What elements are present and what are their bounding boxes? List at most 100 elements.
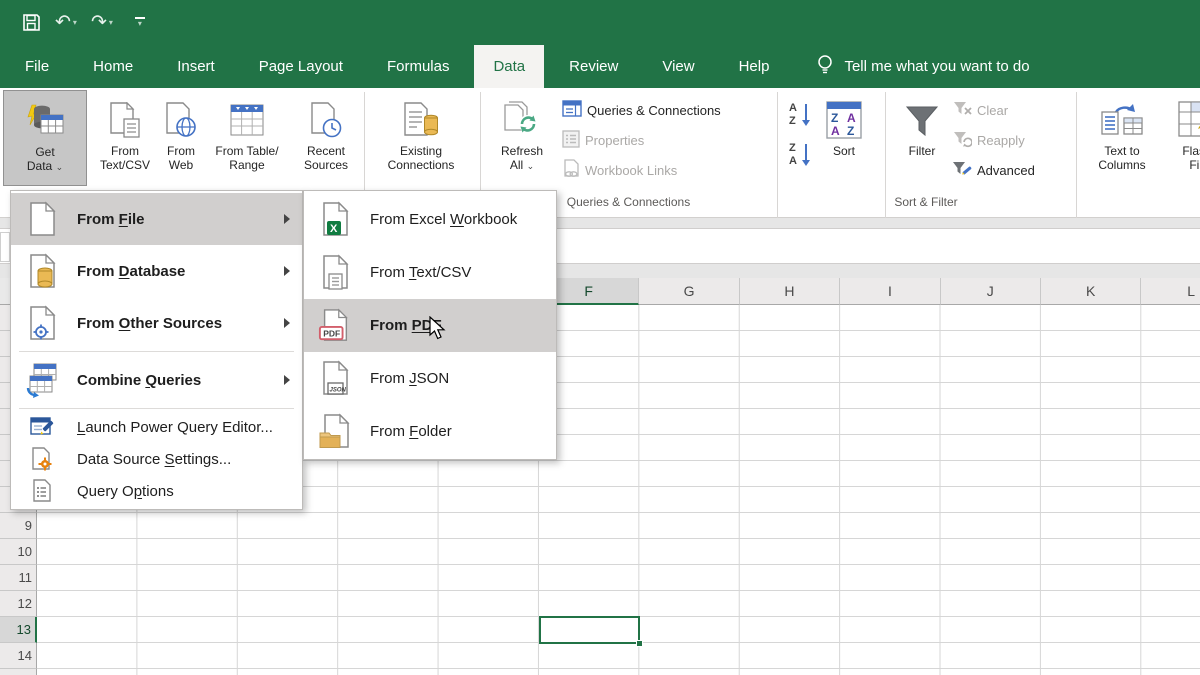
row-header-12[interactable]: 12 — [0, 591, 37, 617]
sort-descending-button[interactable]: ZA — [787, 140, 815, 173]
customize-quick-access-icon[interactable]: ▾ — [135, 17, 145, 28]
filter-icon — [903, 96, 941, 140]
submenu-arrow-icon — [284, 214, 290, 224]
from-table-range-icon — [228, 96, 266, 140]
name-box[interactable] — [0, 232, 10, 262]
menu-item-query-options[interactable]: Query Options — [11, 475, 302, 507]
menu-item-launch-power-query-editor[interactable]: Launch Power Query Editor... — [11, 411, 302, 443]
clear-filter-icon — [952, 100, 972, 121]
svg-text:A: A — [789, 155, 797, 167]
get-data-button[interactable]: GetData ⌄ — [3, 90, 87, 186]
column-header-H[interactable]: H — [740, 278, 840, 305]
text-to-columns-icon — [1100, 96, 1144, 140]
title-bar: ↶▾ ↷▾ ▾ — [0, 0, 1200, 45]
svg-text:A: A — [789, 102, 797, 114]
tab-page-layout[interactable]: Page Layout — [240, 45, 362, 88]
menu-separator — [19, 351, 294, 352]
tab-file[interactable]: File — [6, 45, 68, 88]
row-header-14[interactable]: 14 — [0, 643, 37, 669]
column-header-I[interactable]: I — [840, 278, 940, 305]
advanced-filter-button[interactable]: Advanced — [952, 158, 1035, 182]
dropdown-caret-icon: ⌄ — [56, 162, 64, 172]
selected-cell-outline — [539, 616, 640, 644]
from-table-range-button[interactable]: From Table/Range — [202, 90, 292, 186]
tab-home[interactable]: Home — [74, 45, 152, 88]
row-header-9[interactable]: 9 — [0, 513, 37, 539]
menu-item-from-database[interactable]: From Database — [11, 245, 302, 297]
existing-connections-button[interactable]: ExistingConnections — [369, 90, 473, 186]
properties-icon — [562, 130, 580, 151]
column-header-G[interactable]: G — [639, 278, 739, 305]
submenu-item-from-folder[interactable]: From Folder — [304, 405, 556, 458]
recent-sources-icon — [308, 96, 344, 140]
svg-text:Z: Z — [831, 111, 838, 125]
properties-button: Properties — [562, 128, 644, 152]
svg-text:Z: Z — [789, 115, 796, 127]
pdf-icon: PDF — [318, 307, 352, 345]
filter-button[interactable]: Filter — [894, 90, 950, 186]
sort-icon: ZAAZ — [825, 96, 863, 140]
tab-data[interactable]: Data — [474, 45, 544, 88]
tab-help[interactable]: Help — [720, 45, 789, 88]
refresh-all-button[interactable]: RefreshAll ⌄ — [486, 90, 558, 186]
fill-handle[interactable] — [636, 640, 643, 647]
clear-filter-button: Clear — [952, 98, 1008, 122]
power-query-editor-icon — [25, 416, 59, 438]
sort-ascending-button[interactable]: AZ — [787, 100, 815, 133]
column-header-J[interactable]: J — [941, 278, 1041, 305]
get-data-icon — [25, 97, 65, 141]
text-csv-icon — [318, 254, 352, 292]
text-to-columns-button[interactable]: Text toColumns — [1084, 90, 1160, 186]
column-header-K[interactable]: K — [1041, 278, 1141, 305]
undo-button[interactable]: ↶▾ — [55, 13, 77, 32]
get-data-menu: From File From Database From Other Sourc… — [10, 190, 303, 510]
folder-icon — [318, 413, 352, 451]
svg-text:PDF: PDF — [323, 328, 340, 338]
recent-sources-button[interactable]: RecentSources — [292, 90, 360, 186]
flash-fill-button[interactable]: FlashFill — [1162, 90, 1200, 186]
combine-queries-icon — [25, 362, 59, 398]
dropdown-caret-icon: ⌄ — [527, 161, 535, 171]
row-header-11[interactable]: 11 — [0, 565, 37, 591]
existing-connections-icon — [401, 96, 441, 140]
tell-me-box[interactable]: Tell me what you want to do — [816, 45, 1029, 88]
menu-item-data-source-settings[interactable]: Data Source Settings... — [11, 443, 302, 475]
svg-text:Z: Z — [847, 124, 854, 138]
row-header-15[interactable]: 15 — [0, 669, 37, 675]
submenu-item-from-excel-workbook[interactable]: X From Excel Workbook — [304, 193, 556, 246]
tab-formulas[interactable]: Formulas — [368, 45, 469, 88]
row-header-13[interactable]: 13 — [0, 617, 37, 643]
from-text-csv-button[interactable]: FromText/CSV — [92, 90, 158, 186]
tab-review[interactable]: Review — [550, 45, 637, 88]
queries-connections-button[interactable]: Queries & Connections — [562, 98, 721, 122]
svg-text:X: X — [330, 223, 338, 235]
menu-separator — [19, 408, 294, 409]
column-header-L[interactable]: L — [1141, 278, 1200, 305]
refresh-all-icon — [502, 96, 542, 140]
menu-item-from-file[interactable]: From File — [11, 193, 302, 245]
workbook-links-icon — [562, 159, 580, 182]
submenu-item-from-text-csv[interactable]: From Text/CSV — [304, 246, 556, 299]
tab-view[interactable]: View — [643, 45, 713, 88]
excel-workbook-icon: X — [318, 201, 352, 239]
menu-item-from-other-sources[interactable]: From Other Sources — [11, 297, 302, 349]
data-source-settings-icon — [25, 447, 59, 471]
svg-text:Z: Z — [789, 142, 796, 154]
menu-item-combine-queries[interactable]: Combine Queries — [11, 354, 302, 406]
redo-button[interactable]: ↷▾ — [91, 13, 113, 32]
svg-text:JSON: JSON — [330, 387, 347, 393]
submenu-item-from-json[interactable]: JSON From JSON — [304, 352, 556, 405]
other-sources-icon — [25, 305, 59, 341]
tab-insert[interactable]: Insert — [158, 45, 234, 88]
query-options-icon — [25, 479, 59, 503]
from-web-icon — [163, 96, 199, 140]
sort-button[interactable]: ZAAZ Sort — [818, 90, 870, 186]
excel-window: ↶▾ ↷▾ ▾ File Home Insert Page Layout For… — [0, 0, 1200, 675]
workbook-links-button: Workbook Links — [562, 158, 677, 182]
row-header-10[interactable]: 10 — [0, 539, 37, 565]
from-web-button[interactable]: FromWeb — [160, 90, 202, 186]
submenu-arrow-icon — [284, 266, 290, 276]
save-icon[interactable] — [22, 13, 41, 32]
reapply-filter-icon — [952, 130, 972, 151]
submenu-arrow-icon — [284, 318, 290, 328]
